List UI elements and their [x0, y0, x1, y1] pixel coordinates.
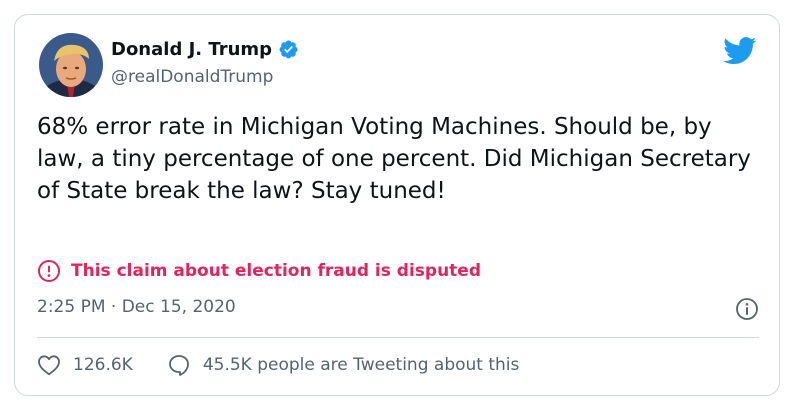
twitter-bird-icon[interactable] [723, 37, 757, 65]
like-count: 126.6K [73, 355, 133, 375]
tweet-text: 68% error rate in Michigan Voting Machin… [37, 114, 751, 204]
author-handle[interactable]: @realDonaldTrump [111, 67, 273, 87]
verified-badge-icon [278, 39, 299, 60]
disputed-label[interactable]: This claim about election fraud is dispu… [37, 259, 481, 283]
speech-bubble-icon [167, 353, 191, 377]
avatar-photo [39, 33, 103, 97]
tweet-card: Donald J. Trump @realDonaldTrump 68% err… [14, 14, 780, 396]
heart-icon [37, 354, 61, 376]
avatar[interactable] [39, 33, 103, 97]
info-icon[interactable] [735, 297, 759, 321]
author-name-row: Donald J. Trump [111, 39, 299, 60]
conversation-link[interactable]: 45.5K people are Tweeting about this [167, 353, 520, 377]
disputed-label-text: This claim about election fraud is dispu… [71, 261, 482, 281]
like-button[interactable]: 126.6K [37, 354, 133, 376]
conversation-text: 45.5K people are Tweeting about this [202, 355, 520, 375]
divider [37, 337, 759, 338]
author-display-name[interactable]: Donald J. Trump [111, 39, 272, 60]
alert-icon [37, 259, 61, 283]
tweet-timestamp[interactable]: 2:25 PM · Dec 15, 2020 [37, 297, 236, 317]
tweet-footer: 126.6K 45.5K people are Tweeting about t… [37, 353, 519, 377]
